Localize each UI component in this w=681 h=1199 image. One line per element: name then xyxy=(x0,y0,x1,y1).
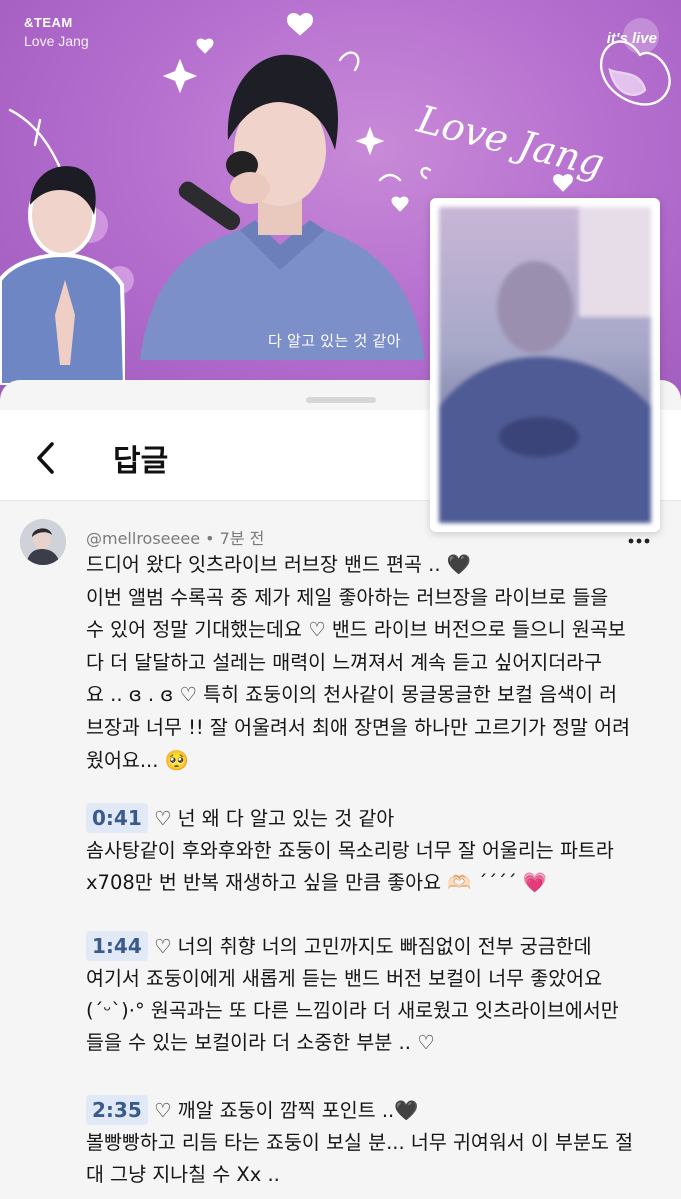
avatar-photo xyxy=(20,519,66,565)
comment-line: 들을 수 있는 보컬이라 더 소중한 부분 .. ♡ xyxy=(86,1031,435,1054)
timestamp-link[interactable]: 2:35 xyxy=(86,1095,148,1125)
comment-line: (ˊᵕˋ)·° 원곡과는 또 다른 느낌이라 더 새로웠고 잇츠라이브에서만 xyxy=(86,999,619,1022)
timestamp-section: 2:35 ♡ 깨알 죠둥이 깜찍 포인트 ..🖤 볼빵빵하고 리듬 타는 죠둥이… xyxy=(86,1095,646,1191)
section-title: ♡ 깨알 죠둥이 깜찍 포인트 ..🖤 xyxy=(153,1099,419,1122)
comment-body: 드디어 왔다 잇츠라이브 러브장 밴드 편곡 .. 🖤 이번 앨범 수록곡 중 … xyxy=(86,549,646,777)
picture-in-picture-card[interactable] xyxy=(430,198,660,532)
timestamp-link[interactable]: 0:41 xyxy=(86,803,148,833)
song-title-label: Love Jang xyxy=(24,33,89,49)
timestamp-section: 0:41 ♡ 넌 왜 다 알고 있는 것 같아 솜사탕같이 후와후와한 죠둥이 … xyxy=(86,803,646,899)
blurred-photo xyxy=(439,207,651,523)
comment-author[interactable]: @mellroseeee xyxy=(86,529,200,548)
back-chevron-icon[interactable] xyxy=(30,438,64,478)
comment-time: 7분 전 xyxy=(219,529,265,548)
doodle-text: Love Jang xyxy=(412,97,609,186)
blurred-figure xyxy=(439,207,651,523)
comment-line: 솜사탕같이 후와후와한 죠둥이 목소리랑 너무 잘 어울리는 파트라 xyxy=(86,839,614,862)
avatar[interactable] xyxy=(20,519,66,565)
drag-handle[interactable] xyxy=(306,397,376,403)
artist-label: &TEAM xyxy=(24,15,73,30)
timestamp-section: 1:44 ♡ 너의 취향 너의 고민까지도 빠짐없이 전부 궁금한데 여기서 죠… xyxy=(86,931,646,1059)
comment-line: 이번 앨범 수록곡 중 제가 제일 좋아하는 러브장을 라이브로 들을 xyxy=(86,585,609,609)
comment-line: 브장과 너무 !! 잘 어울려서 최애 장면을 하나만 고르기가 정말 어려 xyxy=(86,715,631,739)
comment-line: 수 있어 정말 기대했는데요 ♡ 밴드 라이브 버전으로 들으니 원곡보 xyxy=(86,618,626,642)
section-title: ♡ 너의 취향 너의 고민까지도 빠짐없이 전부 궁금한데 xyxy=(153,935,592,958)
comment-line: 여기서 죠둥이에게 새롭게 듣는 밴드 버전 보컬이 너무 좋았어요 xyxy=(86,967,603,990)
sticker-image xyxy=(0,166,125,385)
page-title: 답글 xyxy=(113,444,169,479)
comment-line: 다 더 달달하고 설레는 매력이 느껴져서 계속 듣고 싶어지더라구 xyxy=(86,650,603,674)
its-live-logo: it's live xyxy=(606,30,657,47)
timestamp-link[interactable]: 1:44 xyxy=(86,931,148,961)
comment-line: 대 그냥 지나칠 수 Xx .. xyxy=(86,1163,280,1186)
performer-image xyxy=(140,54,425,360)
section-title: ♡ 넌 왜 다 알고 있는 것 같아 xyxy=(153,807,395,830)
meta-separator: • xyxy=(205,529,215,548)
comment-line: 요 .. ︎ɞ . ︎ɞ ♡ 특히 죠둥이의 천사같이 몽글몽글한 보컬 음색이… xyxy=(86,683,618,707)
comment-line: 볼빵빵하고 리듬 타는 죠둥이 보실 분... 너무 귀여워서 이 부분도 절 xyxy=(86,1131,634,1154)
comment-line: 웠어요... 🥺 xyxy=(86,748,189,772)
comment-line: 드디어 왔다 잇츠라이브 러브장 밴드 편곡 .. 🖤 xyxy=(86,553,472,576)
comment-line: x708만 번 반복 재생하고 싶을 만큼 좋아요 🫶🏻 ˊˊˊˊ 💗 xyxy=(86,871,548,894)
comment-meta: @mellroseeee • 7분 전 xyxy=(86,525,264,549)
lyric-caption: 다 알고 있는 것 같아 xyxy=(268,333,402,350)
more-dots-icon[interactable] xyxy=(628,537,650,545)
